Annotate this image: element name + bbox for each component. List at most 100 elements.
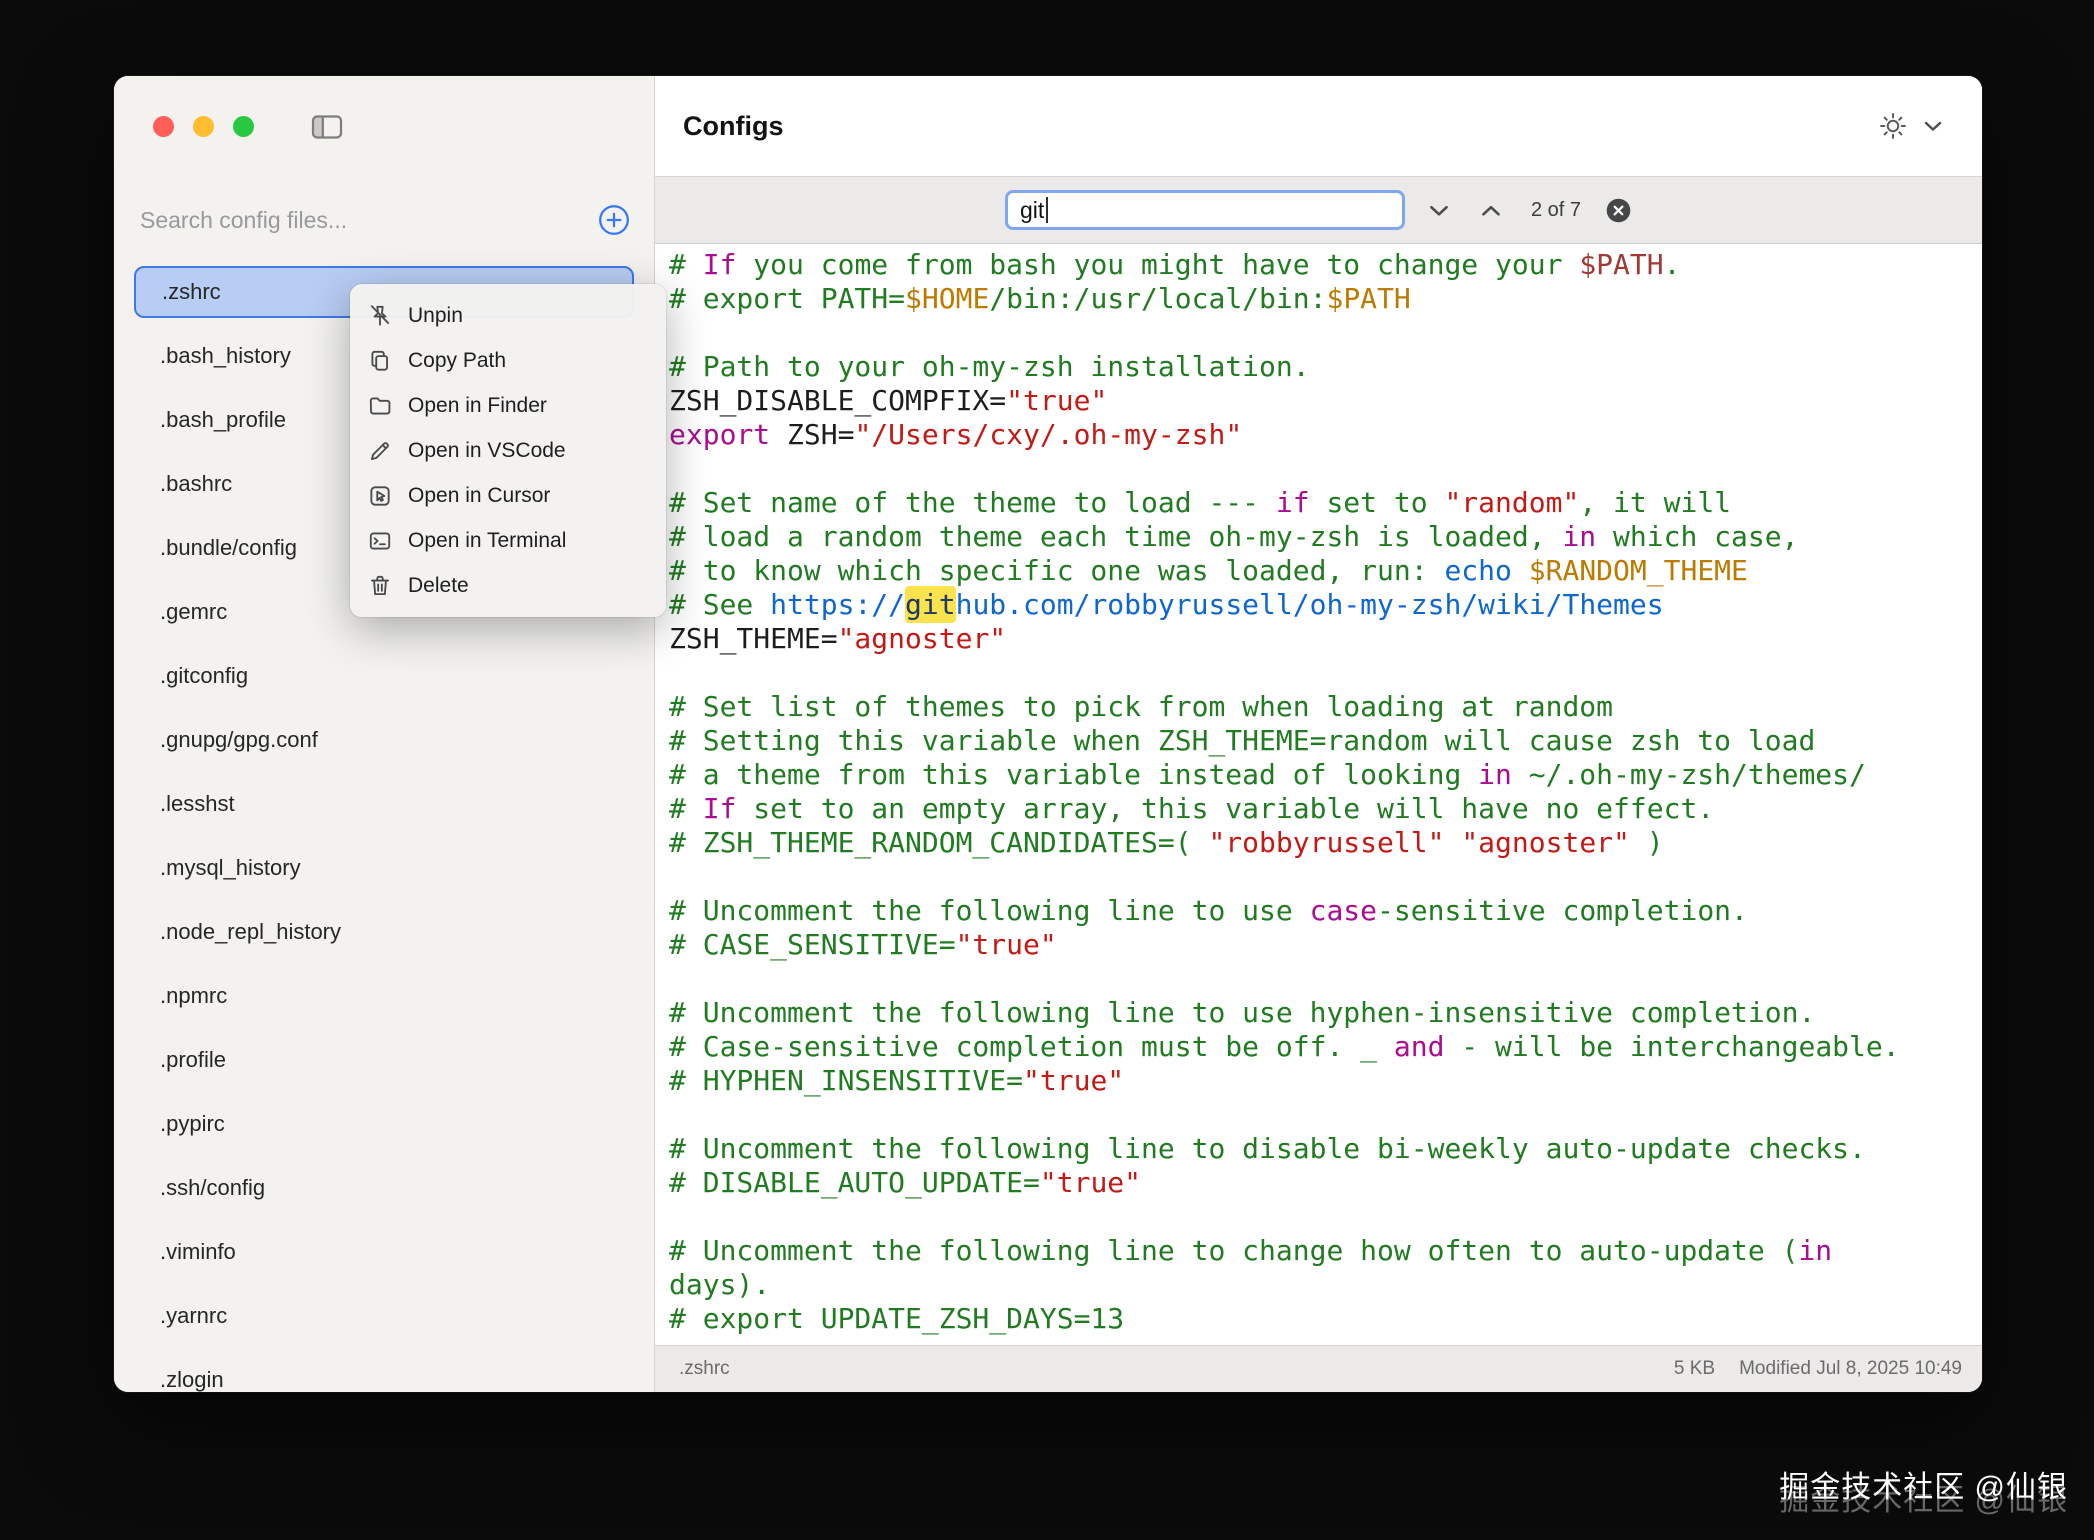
status-bar: .zshrc 5 KB Modified Jul 8, 2025 10:49 [655, 1345, 1982, 1392]
find-input[interactable]: git [1005, 190, 1405, 230]
file-name: .gemrc [160, 599, 227, 625]
menu-item-copy-path[interactable]: Copy Path [350, 338, 666, 383]
sidebar-search-row: Search config files... [140, 198, 632, 242]
file-name: .zshrc [162, 279, 221, 305]
cursor-app-icon [366, 483, 394, 509]
file-name: .yarnrc [160, 1303, 227, 1329]
code-line: # Case-sensitive completion must be off.… [669, 1030, 1982, 1064]
code-line: # Set list of themes to pick from when l… [669, 690, 1982, 724]
code-line: # Uncomment the following line to disabl… [669, 1132, 1982, 1166]
file-name: .bash_history [160, 343, 291, 369]
traffic-lights [153, 116, 254, 137]
find-bar: git 2 of 7 [655, 176, 1982, 244]
code-line: # Uncomment the following line to change… [669, 1234, 1982, 1268]
sun-icon [1878, 111, 1908, 141]
zoom-window-button[interactable] [233, 116, 254, 137]
code-line: # export UPDATE_ZSH_DAYS=13 [669, 1302, 1982, 1336]
menu-item-label: Unpin [408, 304, 463, 328]
code-line: # ZSH_THEME_RANDOM_CANDIDATES=( "robbyru… [669, 826, 1982, 860]
chevron-up-icon [1481, 204, 1501, 217]
sidebar-item-npmrc[interactable]: .npmrc [134, 964, 634, 1028]
find-next-button[interactable] [1421, 192, 1457, 228]
menu-item-label: Open in Terminal [408, 529, 566, 553]
code-line: # to know which specific one was loaded,… [669, 554, 1982, 588]
sidebar-item-profile[interactable]: .profile [134, 1028, 634, 1092]
theme-switcher[interactable] [1878, 111, 1942, 141]
close-circle-icon [1605, 197, 1632, 224]
add-config-button[interactable] [596, 202, 632, 238]
code-line: # If you come from bash you might have t… [669, 248, 1982, 282]
code-line: # export PATH=$HOME/bin:/usr/local/bin:$… [669, 282, 1982, 316]
file-name: .gitconfig [160, 663, 248, 689]
sidebar-item-zlogin[interactable]: .zlogin [134, 1348, 634, 1392]
code-line: # See https://github.com/robbyrussell/oh… [669, 588, 1982, 622]
menu-item-label: Open in VSCode [408, 439, 566, 463]
menu-item-delete[interactable]: Delete [350, 563, 666, 608]
sidebar-item-viminfo[interactable]: .viminfo [134, 1220, 634, 1284]
status-filename: .zshrc [679, 1358, 730, 1380]
code-line: ZSH_DISABLE_COMPFIX="true" [669, 384, 1982, 418]
text-caret [1046, 197, 1048, 223]
titlebar: Configs [655, 76, 1982, 176]
folder-icon [366, 393, 394, 419]
sidebar-item-lesshst[interactable]: .lesshst [134, 772, 634, 836]
code-line: # load a random theme each time oh-my-zs… [669, 520, 1982, 554]
menu-item-open-in-terminal[interactable]: Open in Terminal [350, 518, 666, 563]
chevron-down-icon [1429, 204, 1449, 217]
code-line: # HYPHEN_INSENSITIVE="true" [669, 1064, 1982, 1098]
code-line: # Path to your oh-my-zsh installation. [669, 350, 1982, 384]
code-line [669, 656, 1982, 690]
status-details: 5 KB Modified Jul 8, 2025 10:49 [1674, 1358, 1962, 1380]
sidebar-item-yarnrc[interactable]: .yarnrc [134, 1284, 634, 1348]
find-close-button[interactable] [1605, 197, 1632, 224]
minimize-window-button[interactable] [193, 116, 214, 137]
code-line [669, 316, 1982, 350]
copy-icon [366, 348, 394, 374]
file-name: .bundle/config [160, 535, 297, 561]
sidebar-toggle-icon[interactable] [310, 113, 344, 144]
sidebar: Search config files... .zshrc .bash_histo… [114, 76, 655, 1392]
main-panel: Configs git [655, 76, 1982, 1392]
code-line [669, 860, 1982, 894]
sidebar-item-node-repl-history[interactable]: .node_repl_history [134, 900, 634, 964]
file-name: .node_repl_history [160, 919, 341, 945]
code-line: # a theme from this variable instead of … [669, 758, 1982, 792]
code-line: days). [669, 1268, 1982, 1302]
search-input[interactable]: Search config files... [140, 207, 347, 234]
code-line: # Uncomment the following line to use hy… [669, 996, 1982, 1030]
sidebar-item-mysql-history[interactable]: .mysql_history [134, 836, 634, 900]
file-name: .npmrc [160, 983, 227, 1009]
sidebar-item-ssh-config[interactable]: .ssh/config [134, 1156, 634, 1220]
pin-slash-icon [366, 303, 394, 329]
code-line: # Set name of the theme to load --- if s… [669, 486, 1982, 520]
code-line: # DISABLE_AUTO_UPDATE="true" [669, 1166, 1982, 1200]
code-line: # Uncomment the following line to use ca… [669, 894, 1982, 928]
file-name: .viminfo [160, 1239, 236, 1265]
code-editor[interactable]: # If you come from bash you might have t… [655, 244, 1982, 1345]
terminal-icon [366, 528, 394, 554]
find-query-text: git [1020, 197, 1044, 224]
sidebar-item-gitconfig[interactable]: .gitconfig [134, 644, 634, 708]
file-name: .lesshst [160, 791, 235, 817]
sidebar-item-gnupg-gpg-conf[interactable]: .gnupg/gpg.conf [134, 708, 634, 772]
file-name: .mysql_history [160, 855, 301, 881]
watermark: 掘金技术社区 @仙银 [1779, 1462, 2068, 1506]
app-window: Search config files... .zshrc .bash_histo… [114, 76, 1982, 1392]
file-name: .bash_profile [160, 407, 286, 433]
find-previous-button[interactable] [1473, 192, 1509, 228]
context-menu: Unpin Copy PathOpen in Finder Open in VSCo… [350, 284, 666, 617]
code-line [669, 1200, 1982, 1234]
code-line [669, 962, 1982, 996]
sidebar-item-pypirc[interactable]: .pypirc [134, 1092, 634, 1156]
file-name: .ssh/config [160, 1175, 265, 1201]
menu-item-open-in-finder[interactable]: Open in Finder [350, 383, 666, 428]
close-window-button[interactable] [153, 116, 174, 137]
code-line: # If set to an empty array, this variabl… [669, 792, 1982, 826]
code-line [669, 1098, 1982, 1132]
menu-item-open-in-vscode[interactable]: Open in VSCode [350, 428, 666, 473]
file-name: .bashrc [160, 471, 232, 497]
code-line: export ZSH="/Users/cxy/.oh-my-zsh" [669, 418, 1982, 452]
find-match-count: 2 of 7 [1531, 199, 1581, 222]
menu-item-unpin[interactable]: Unpin [350, 293, 666, 338]
menu-item-open-in-cursor[interactable]: Open in Cursor [350, 473, 666, 518]
